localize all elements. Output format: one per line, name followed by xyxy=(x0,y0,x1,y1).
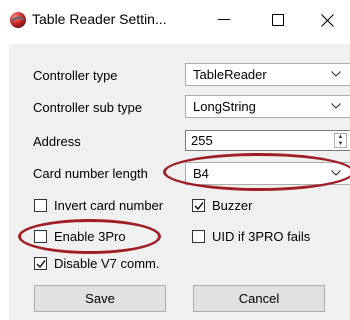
card-number-length-label: Card number length xyxy=(33,166,148,181)
checkbox-box[interactable] xyxy=(34,199,47,212)
disable-v7-comm-checkbox[interactable]: Disable V7 comm. xyxy=(34,256,159,271)
chevron-down-icon xyxy=(331,170,341,176)
buzzer-checkbox[interactable]: Buzzer xyxy=(192,198,252,213)
disable-v7-comm-label: Disable V7 comm. xyxy=(54,256,160,271)
spin-up-icon[interactable]: ▲ xyxy=(335,134,346,141)
checkbox-box[interactable] xyxy=(192,199,205,212)
controller-type-dropdown[interactable]: TableReader xyxy=(185,63,350,86)
uid-if-3pro-fails-checkbox[interactable]: UID if 3PRO fails xyxy=(192,229,310,244)
checkbox-box[interactable] xyxy=(34,257,47,270)
title-bar: Table Reader Settin... xyxy=(0,0,350,40)
minimize-button[interactable] xyxy=(201,0,247,40)
red-sphere-icon xyxy=(10,12,26,28)
controller-sub-type-dropdown[interactable]: LongString xyxy=(185,95,350,118)
enable-3pro-checkbox[interactable]: Enable 3Pro xyxy=(34,229,126,244)
maximize-button[interactable] xyxy=(255,0,301,40)
controller-sub-type-label: Controller sub type xyxy=(33,100,143,115)
spin-arrows[interactable]: ▲ ▼ xyxy=(334,133,347,148)
chevron-down-icon xyxy=(331,103,341,109)
close-icon xyxy=(320,13,334,27)
uid-if-3pro-fails-label: UID if 3PRO fails xyxy=(212,229,311,244)
window-title: Table Reader Settin... xyxy=(32,11,167,27)
minimize-icon xyxy=(218,19,230,20)
checkbox-box[interactable] xyxy=(34,230,47,243)
invert-card-number-checkbox[interactable]: Invert card number xyxy=(34,198,163,213)
spin-down-icon[interactable]: ▼ xyxy=(335,141,346,148)
controller-type-value: TableReader xyxy=(193,67,267,82)
controller-sub-type-value: LongString xyxy=(193,99,256,114)
save-button[interactable]: Save xyxy=(34,285,166,312)
card-number-length-value: B4 xyxy=(193,166,209,181)
checkmark-icon xyxy=(194,202,204,211)
card-number-length-dropdown[interactable]: B4 xyxy=(185,162,350,185)
address-label: Address xyxy=(33,134,81,149)
checkbox-box[interactable] xyxy=(192,230,205,243)
enable-3pro-label: Enable 3Pro xyxy=(54,229,126,244)
checkmark-icon xyxy=(36,260,46,269)
address-value: 255 xyxy=(191,133,213,148)
chevron-down-icon xyxy=(331,71,341,77)
address-spinbox[interactable]: 255 ▲ ▼ xyxy=(185,130,350,151)
invert-card-number-label: Invert card number xyxy=(54,198,164,213)
close-button[interactable] xyxy=(304,0,350,40)
cancel-button[interactable]: Cancel xyxy=(193,285,325,312)
buzzer-label: Buzzer xyxy=(212,198,253,213)
controller-type-label: Controller type xyxy=(33,68,118,83)
maximize-icon xyxy=(272,14,284,26)
